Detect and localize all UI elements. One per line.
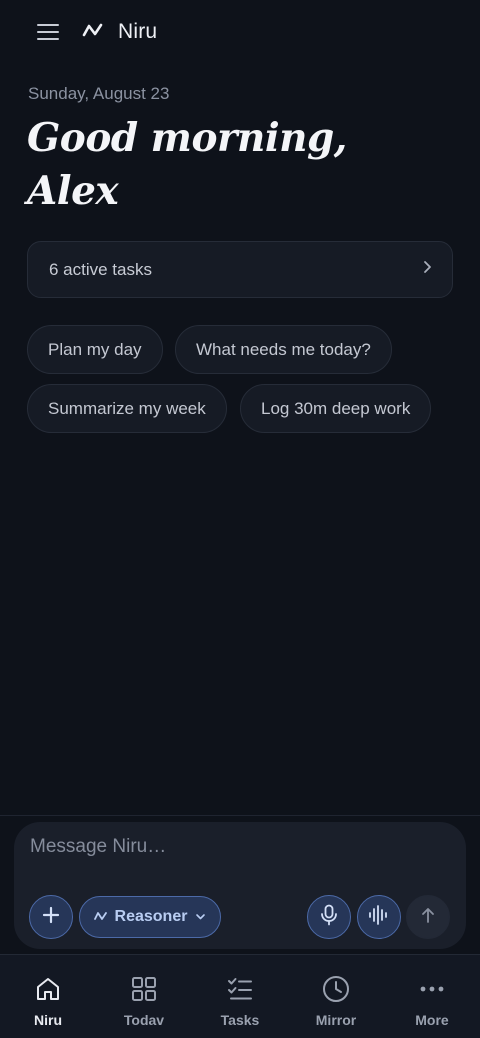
current-date: Sunday, August 23 (28, 84, 170, 103)
hamburger-menu-icon[interactable] (34, 18, 62, 46)
model-selector[interactable]: Reasoner (79, 896, 221, 938)
bottom-navigation: Niru Todav Tasks Mirror More (0, 954, 480, 1038)
greeting-heading: Good morning, Alex (27, 112, 427, 218)
more-dots-icon (417, 974, 447, 1004)
greeting-line-1: Good morning, (27, 115, 347, 161)
arrow-up-icon (420, 906, 436, 929)
wave-icon (93, 908, 107, 926)
nav-item-mirror[interactable]: Mirror (288, 955, 384, 1038)
checklist-icon (225, 974, 255, 1004)
suggestion-chip-summarize-week[interactable]: Summarize my week (27, 384, 227, 433)
nav-item-today[interactable]: Todav (96, 955, 192, 1038)
nav-label-mirror: Mirror (315, 1012, 357, 1028)
message-input[interactable] (30, 832, 450, 862)
chevron-right-icon (422, 260, 432, 279)
voice-mode-button[interactable] (357, 895, 401, 939)
wave-logo-icon (82, 22, 104, 43)
chevron-down-icon (195, 908, 206, 926)
nav-item-more[interactable]: More (384, 955, 480, 1038)
nav-label-today: Todav (123, 1012, 165, 1028)
app-root: Niru Sunday, August 23 Good morning, Ale… (0, 0, 480, 1038)
nav-label-more: More (415, 1012, 449, 1028)
send-button[interactable] (406, 895, 450, 939)
nav-item-tasks[interactable]: Tasks (192, 955, 288, 1038)
greeting-line-2: Alex (27, 168, 119, 214)
waveform-icon (368, 904, 390, 930)
model-label: Reasoner (114, 908, 188, 925)
add-attachment-button[interactable] (29, 895, 73, 939)
brand: Niru (82, 18, 157, 46)
microphone-button[interactable] (307, 895, 351, 939)
active-tasks-card[interactable]: 6 active tasks (27, 241, 453, 298)
top-app-bar: Niru (0, 0, 480, 64)
home-icon (33, 974, 63, 1004)
grid-icon (129, 974, 159, 1004)
microphone-icon (320, 904, 338, 931)
plus-icon (41, 905, 61, 930)
nav-label-niru: Niru (34, 1012, 62, 1028)
suggestion-chip-log-deep-work[interactable]: Log 30m deep work (240, 384, 432, 433)
message-composer: Reasoner (14, 822, 466, 949)
suggestion-chip-needs-today[interactable]: What needs me today? (175, 325, 392, 374)
active-tasks-label: 6 active tasks (49, 259, 152, 279)
nav-label-tasks: Tasks (220, 1012, 260, 1028)
clock-icon (321, 974, 351, 1004)
composer-divider (0, 815, 480, 816)
nav-item-niru[interactable]: Niru (0, 955, 96, 1038)
suggestion-chip-plan-day[interactable]: Plan my day (27, 325, 163, 374)
brand-name: Niru (118, 20, 158, 43)
